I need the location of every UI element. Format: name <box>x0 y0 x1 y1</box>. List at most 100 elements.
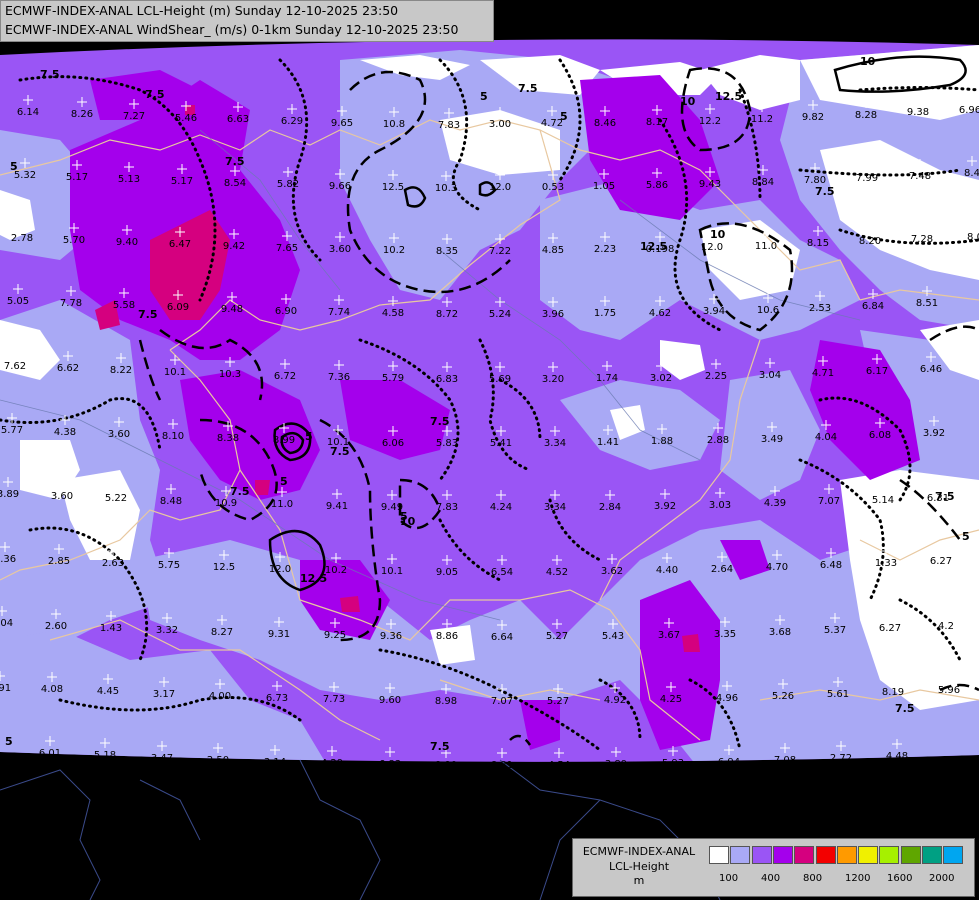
legend-titles: ECMWF-INDEX-ANAL LCL-Height m <box>573 839 705 889</box>
grid-value: 3.34 <box>544 438 566 449</box>
legend-swatch <box>730 846 751 864</box>
grid-value: 2.64 <box>711 564 733 575</box>
grid-value: 1.75 <box>594 308 616 319</box>
grid-value: 7.22 <box>489 246 511 257</box>
grid-value: 8.4 <box>964 168 979 179</box>
grid-value: 12.5 <box>213 562 235 573</box>
contour-label: 5 <box>480 90 488 103</box>
grid-value: 8.27 <box>211 627 233 638</box>
grid-value: 6.01 <box>39 748 61 759</box>
grid-value: 6.27 <box>930 556 952 567</box>
title-lcl-height: ECMWF-INDEX-ANAL LCL-Height (m) Sunday 1… <box>5 3 399 18</box>
grid-value: 3.96 <box>542 309 564 320</box>
grid-value: 2.85 <box>48 556 70 567</box>
grid-value: 3.60 <box>329 244 351 255</box>
legend-swatch <box>922 846 942 864</box>
grid-value: 1.43 <box>100 623 122 634</box>
legend-tick-label: 800 <box>803 873 823 884</box>
grid-value: 6.09 <box>167 302 189 313</box>
legend-swatch <box>879 846 900 864</box>
grid-value: 4.92 <box>604 695 626 706</box>
grid-value: 7.65 <box>276 243 298 254</box>
grid-value: 6.06 <box>382 438 404 449</box>
grid-value: 4.04 <box>815 432 837 443</box>
grid-value: 7.48 <box>909 171 931 182</box>
grid-value: 5.83 <box>436 438 458 449</box>
grid-value: 12.2 <box>699 116 721 127</box>
legend-unit: m <box>633 874 645 887</box>
contour-label: 7.5 <box>815 185 835 198</box>
contour-label: 5 <box>962 530 970 543</box>
grid-value: 4.85 <box>542 245 564 256</box>
grid-value: 6.27 <box>879 623 901 634</box>
grid-value: 8.81 <box>491 760 513 771</box>
legend-swatch <box>751 846 772 864</box>
grid-value: 3.68 <box>769 627 791 638</box>
grid-value: 5.69 <box>489 374 511 385</box>
legend-swatch <box>900 846 921 864</box>
contour-label: 5 <box>560 110 568 123</box>
grid-value: 3.47 <box>151 753 173 764</box>
grid-value: 3.89 <box>605 759 627 770</box>
grid-value: 5.82 <box>277 179 299 190</box>
grid-value: 4.29 <box>321 758 343 769</box>
grid-value: 7.27 <box>123 111 145 122</box>
grid-value: 4.38 <box>54 427 76 438</box>
grid-value: 8.26 <box>71 109 93 120</box>
grid-value: 9.31 <box>268 629 290 640</box>
grid-value: 8.35 <box>436 246 458 257</box>
grid-value: 5.05 <box>7 296 29 307</box>
grid-value: 8.98 <box>435 696 457 707</box>
grid-value: 5.75 <box>158 560 180 571</box>
grid-value: 8.80 <box>435 760 457 771</box>
grid-value: 6.08 <box>869 430 891 441</box>
lcl-height-shading <box>0 39 979 762</box>
grid-value: 3.17 <box>153 689 175 700</box>
grid-value: 0.53 <box>542 182 564 193</box>
grid-value: 4.00 <box>209 691 231 702</box>
grid-value: 8.19 <box>882 687 904 698</box>
grid-value: 7.36 <box>328 372 350 383</box>
grid-value: 3.20 <box>542 374 564 385</box>
grid-value: 8.15 <box>807 238 829 249</box>
grid-value: 8.99 <box>273 435 295 446</box>
grid-value: 7.08 <box>774 755 796 766</box>
grid-value: 5.70 <box>63 235 85 246</box>
grid-value: 6.96 <box>959 105 979 116</box>
grid-value: 5.17 <box>171 176 193 187</box>
grid-value: 3.60 <box>108 429 130 440</box>
grid-value: 9.41 <box>326 501 348 512</box>
grid-value: 5.61 <box>827 689 849 700</box>
legend-swatch <box>815 846 836 864</box>
contour-label: 12.5 <box>715 90 742 103</box>
grid-value: 3.91 <box>0 683 11 694</box>
grid-value: 8.28 <box>855 110 877 121</box>
grid-value: 2.78 <box>11 233 33 244</box>
grid-value: 2.25 <box>705 371 727 382</box>
grid-value: 12.0 <box>701 242 723 253</box>
legend-swatch <box>772 846 793 864</box>
grid-value: 3.62 <box>601 566 623 577</box>
grid-value: 2.50 <box>207 755 229 766</box>
grid-value: 4.70 <box>766 562 788 573</box>
grid-value: 4.54 <box>548 760 570 771</box>
contour-label: 7.5 <box>895 702 915 715</box>
grid-value: 7.99 <box>856 173 878 184</box>
grid-value: 7.83 <box>436 502 458 513</box>
grid-value: 8.48 <box>160 496 182 507</box>
grid-value: 7.83 <box>438 120 460 131</box>
legend-swatch <box>836 846 857 864</box>
grid-value: 10.2 <box>325 565 347 576</box>
grid-value: 10.8 <box>383 119 405 130</box>
grid-value: 2.36 <box>0 554 16 565</box>
grid-value: 9.43 <box>699 179 721 190</box>
contour-label: 7.5 <box>935 490 955 503</box>
grid-value: 8.86 <box>436 631 458 642</box>
grid-value: 6.84 <box>862 301 884 312</box>
grid-value: 6.94 <box>718 757 740 768</box>
grid-value: 10.6 <box>757 305 779 316</box>
grid-value: 9.40 <box>116 237 138 248</box>
contour-label: 10 <box>680 95 696 108</box>
grid-value: 8.51 <box>916 298 938 309</box>
grid-value: 3.02 <box>650 373 672 384</box>
